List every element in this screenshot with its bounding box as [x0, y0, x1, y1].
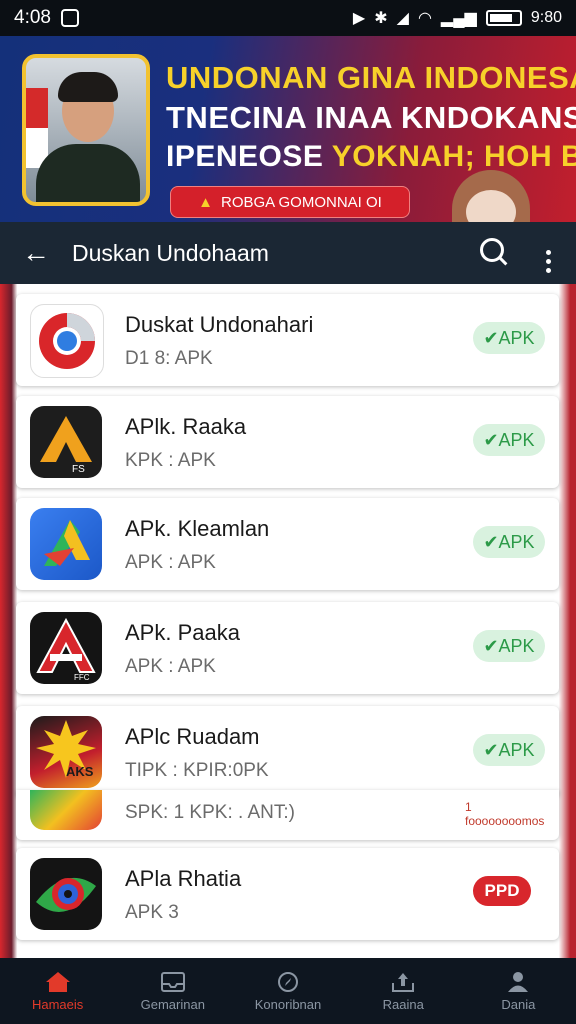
- flag-icon: [26, 88, 48, 168]
- more-vert-icon: [545, 249, 551, 273]
- apk-badge[interactable]: ✔APK: [473, 526, 545, 558]
- tab-profile[interactable]: Dania: [461, 958, 576, 1024]
- tab-home[interactable]: Hamaeis: [0, 958, 115, 1024]
- bluetooth-icon: ✱: [374, 10, 388, 27]
- app-name: APla Rhatia: [125, 866, 242, 891]
- signal-icon: ◢: [396, 10, 409, 27]
- banner-tagline-a: IPENEOSE: [166, 140, 324, 173]
- tab-updates-label: Raaina: [382, 996, 424, 1012]
- app-meta: KPK : APK: [125, 450, 216, 471]
- arrow-left-icon[interactable]: ←: [0, 237, 72, 269]
- tab-games[interactable]: Gemarinan: [115, 958, 230, 1024]
- blue-a-icon: [30, 508, 102, 580]
- eye-icon: [30, 858, 102, 930]
- home-icon: [45, 971, 70, 992]
- svg-text:FFC: FFC: [74, 673, 90, 682]
- page-title: Duskan Undohaam: [72, 239, 269, 266]
- svg-text:FS: FS: [72, 464, 85, 475]
- list-item[interactable]: SPK: 1 KPK: . ANT:) 1 foooooooomos: [16, 790, 559, 840]
- doll-image: [452, 170, 530, 222]
- tab-updates[interactable]: Raaina: [346, 958, 461, 1024]
- app-meta: APK 3: [125, 902, 179, 923]
- apk-badge[interactable]: ✔APK: [473, 734, 545, 766]
- app-name: APlc Ruadam: [125, 724, 260, 749]
- play-store-icon: ▶: [352, 10, 366, 27]
- app-list: Duskat Undonahari D1 8: APK ✔APK FS APlk…: [0, 284, 576, 958]
- tab-games-label: Gemarinan: [140, 996, 205, 1012]
- list-item[interactable]: FS APlk. Raaka KPK : APK ✔APK: [16, 396, 559, 488]
- person-icon: [508, 971, 529, 992]
- app-meta: APK : APK: [125, 656, 216, 677]
- list-item[interactable]: AKS APlc Ruadam TIPK : KPIR:0PK ✔APK: [16, 706, 559, 798]
- banner-headline: UNDONAN GINA INDONESAI: [166, 60, 576, 95]
- tab-discover[interactable]: Konoribnan: [230, 958, 345, 1024]
- a-logo-icon: FS: [30, 406, 102, 478]
- upload-tray-icon: [392, 972, 415, 992]
- app-name: APlk. Raaka: [125, 414, 247, 439]
- status-time: 4:08: [14, 7, 51, 28]
- banner-cta-button[interactable]: ▲ ROBGA GOMONNAI OI: [170, 186, 410, 218]
- ppd-badge[interactable]: PPD: [473, 876, 531, 906]
- app-name: APk. Paaka: [125, 620, 240, 645]
- list-item[interactable]: Duskat Undonahari D1 8: APK ✔APK: [16, 294, 559, 386]
- app-meta: SPK: 1 KPK: . ANT:): [125, 802, 296, 823]
- status-bar: 4:08 ▶ ✱ ◢ ◠ ▂▄▆ 9:80: [0, 0, 576, 36]
- banner-tagline: IPENEOSE YOKNAH; HOH BRAKI: [166, 140, 576, 174]
- apk-badge[interactable]: ✔APK: [473, 424, 545, 456]
- screen-icon: [60, 9, 79, 27]
- more-vert-button[interactable]: [520, 234, 576, 273]
- list-item[interactable]: FFC APk. Paaka APK : APK ✔APK: [16, 602, 559, 694]
- app-meta: D1 8: APK: [125, 348, 213, 369]
- wifi-icon: ◠: [417, 10, 432, 27]
- app-meta: APK : APK: [125, 552, 216, 573]
- banner-subheadline: TNECINA INAA KNDOKANSAN: [166, 100, 576, 135]
- search-button[interactable]: [464, 237, 520, 269]
- partial-app-icon: [30, 790, 102, 830]
- tab-profile-label: Dania: [501, 996, 536, 1012]
- red-a-icon: FFC: [30, 612, 102, 684]
- battery-icon: [485, 10, 522, 26]
- apk-badge[interactable]: ✔APK: [473, 322, 545, 354]
- compass-icon: [278, 971, 298, 992]
- app-tag: 1 foooooooomos: [465, 800, 545, 828]
- cellular-icon: ▂▄▆: [440, 10, 477, 27]
- search-icon: [480, 237, 504, 262]
- list-item[interactable]: APla Rhatia APK 3 PPD: [16, 848, 559, 940]
- chrome-icon: [30, 304, 104, 378]
- app-bar: ← Duskan Undohaam: [0, 222, 576, 284]
- inbox-icon: [160, 971, 185, 992]
- status-right-time: 9:80: [530, 9, 562, 26]
- warning-icon: ▲: [198, 193, 213, 211]
- bottom-nav: Hamaeis Gemarinan Konoribnan Raaina Dani…: [0, 958, 576, 1024]
- apk-badge[interactable]: ✔APK: [473, 630, 545, 662]
- portrait-image: [22, 54, 150, 206]
- app-meta: TIPK : KPIR:0PK: [125, 760, 269, 781]
- app-name: Duskat Undonahari: [125, 312, 314, 337]
- banner-tagline-b: YOKNAH; HOH BRAKI: [331, 140, 576, 173]
- starburst-icon: AKS: [30, 716, 102, 788]
- svg-text:AKS: AKS: [66, 764, 94, 779]
- tab-home-label: Hamaeis: [31, 996, 84, 1012]
- app-name: APk. Kleamlan: [125, 516, 270, 541]
- banner-cta-label: ROBGA GOMONNAI OI: [221, 193, 382, 211]
- promo-banner[interactable]: UNDONAN GINA INDONESAI TNECINA INAA KNDO…: [0, 36, 576, 222]
- list-item[interactable]: APk. Kleamlan APK : APK ✔APK: [16, 498, 559, 590]
- tab-discover-label: Konoribnan: [254, 996, 322, 1012]
